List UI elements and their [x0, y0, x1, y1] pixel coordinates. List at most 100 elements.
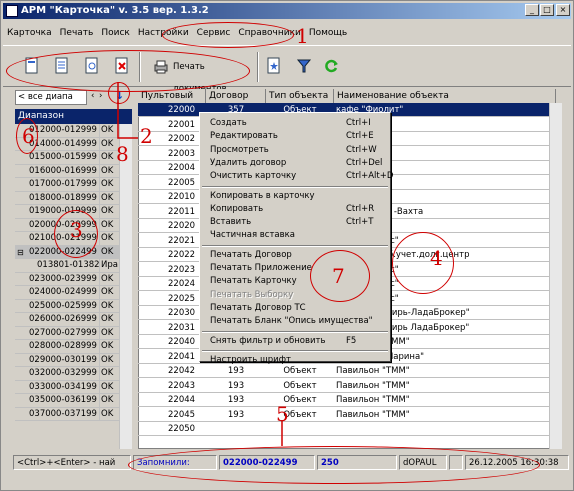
annotation-number-6: 6: [22, 124, 35, 148]
range-filter-select[interactable]: < все диапа: [15, 90, 87, 105]
context-menu-label: Удалить договор: [210, 157, 287, 168]
maximize-button[interactable]: □: [540, 4, 554, 16]
range-list: 012000-012999 OK 014000-014999 OK 015000-015…: [15, 124, 119, 449]
context-menu-item[interactable]: Печатать Бланк "Опись имущества": [200, 315, 390, 327]
range-cell: 013801-01382: [37, 260, 100, 270]
context-menu-item[interactable]: Настроить шрифт: [200, 354, 390, 366]
context-menu-item[interactable]: Снять фильтр и обновить F5: [200, 335, 390, 347]
cell-number: 22045: [168, 409, 196, 420]
refresh-icon: [325, 59, 338, 73]
favorite-button[interactable]: [263, 54, 285, 78]
range-status-cell: OK: [99, 407, 117, 421]
range-list-item[interactable]: 024000-024999 OK: [15, 286, 119, 300]
collapse-icon[interactable]: ⊟: [17, 246, 24, 260]
cell-number: 22022: [168, 250, 196, 260]
range-list-item[interactable]: 033000-034199 OK: [15, 380, 119, 394]
range-list-item[interactable]: 027000-027999 OK: [15, 326, 119, 340]
toolbar-separator: [257, 52, 259, 82]
context-menu-shortcut: Ctrl+I: [346, 118, 371, 128]
context-menu-shortcut: F5: [346, 335, 357, 346]
status-hint: <Ctrl>+<Enter> - най: [13, 455, 131, 470]
table-row[interactable]: 22042 193 Объект Павильон "ТММ": [138, 364, 556, 378]
annotation-ellipse-8: [108, 82, 130, 104]
range-list-item[interactable]: 015000-015999 OK: [15, 151, 119, 165]
range-list-item[interactable]: 017000-017999 OK: [15, 178, 119, 192]
range-status-cell: OK: [99, 191, 117, 205]
context-menu-item[interactable]: Частичная вставка: [200, 229, 390, 241]
annotation-number-7: 7: [332, 264, 345, 288]
range-status-cell: OK: [99, 353, 117, 367]
cell-name: Павильон "ТММ": [336, 366, 410, 376]
context-menu-item[interactable]: Вставить Ctrl+T: [200, 216, 390, 228]
context-menu-item[interactable]: Редактировать Ctrl+E: [200, 130, 390, 142]
star-document-icon: [267, 57, 280, 74]
col-header-name[interactable]: Наименование объекта: [334, 89, 556, 103]
left-scrollbar[interactable]: [119, 124, 132, 449]
range-list-item[interactable]: 025000-025999 OK: [15, 299, 119, 313]
range-cell: 024000-024999: [29, 287, 97, 297]
cell-name: Павильон "ТММ": [336, 380, 410, 391]
minimize-button[interactable]: _: [525, 4, 539, 16]
range-list-item[interactable]: 028000-028999 OK: [15, 340, 119, 354]
menu-kartochka[interactable]: Карточка: [3, 25, 56, 41]
range-list-item[interactable]: 035000-036199 OK: [15, 394, 119, 408]
context-menu-item[interactable]: Создать Ctrl+I: [200, 117, 390, 129]
range-status-cell: OK: [99, 272, 117, 286]
prev-arrow-icon[interactable]: ‹: [91, 91, 94, 101]
annotation-number-4: 4: [430, 246, 443, 270]
window-title: АРМ "Карточка" v. 3.5 вер. 1.3.2: [21, 5, 209, 16]
cell-number: 22021: [168, 235, 196, 246]
cell-contract: 193: [227, 395, 245, 405]
range-status-cell: OK: [99, 164, 117, 178]
context-menu-shortcut: Ctrl+T: [346, 217, 374, 228]
close-button[interactable]: ×: [556, 4, 570, 16]
filter-button[interactable]: [293, 54, 315, 78]
range-status-cell: OK: [99, 313, 117, 327]
range-cell: 023000-023999: [29, 273, 97, 284]
range-list-item[interactable]: 032000-032999 OK: [15, 367, 119, 381]
cell-number: 22040: [168, 337, 196, 347]
next-arrow-icon[interactable]: ›: [99, 91, 102, 101]
range-status-cell: OK: [99, 299, 117, 313]
context-menu-item[interactable]: Удалить договор Ctrl+Del: [200, 157, 390, 169]
context-menu-label: Печатать Договор: [210, 249, 292, 260]
menu-search[interactable]: Поиск: [97, 25, 134, 41]
context-menu-shortcut: Ctrl+Del: [346, 157, 383, 168]
menu-help[interactable]: Помощь: [305, 25, 351, 41]
table-row[interactable]: 22043 193 Объект Павильон "ТММ": [138, 379, 556, 393]
context-menu-item[interactable]: Печатать Договор ТС: [200, 302, 390, 314]
cell-contract: 193: [227, 366, 245, 376]
annotation-number-3: 3: [70, 218, 83, 242]
table-row[interactable]: 22050: [138, 422, 556, 436]
range-cell: 026000-026999: [29, 314, 97, 324]
context-menu-separator: [202, 330, 388, 333]
context-menu-separator: [202, 244, 388, 247]
range-list-item[interactable]: 029000-030199 OK: [15, 353, 119, 367]
cell-number: 22003: [168, 148, 196, 159]
range-list-item[interactable]: 037000-037199 OK: [15, 407, 119, 421]
range-list-item[interactable]: 023000-023999 OK: [15, 272, 119, 286]
range-status-cell: OK: [99, 218, 117, 232]
context-menu-item[interactable]: Просмотреть Ctrl+W: [200, 144, 390, 156]
context-menu-item[interactable]: Копировать в карточку: [200, 190, 390, 202]
annotation-number-1: 1: [296, 24, 309, 48]
table-row[interactable]: 22044 193 Объект Павильон "ТММ": [138, 393, 556, 407]
range-list-item[interactable]: 026000-026999 OK: [15, 313, 119, 327]
context-menu-item[interactable]: Очистить карточку Ctrl+Alt+D: [200, 170, 393, 182]
range-status-cell: Ира: [99, 259, 118, 273]
range-status-cell: OK: [99, 137, 117, 151]
right-scrollbar[interactable]: [549, 103, 562, 449]
range-list-item[interactable]: 016000-016999 OK: [15, 164, 119, 178]
col-header-type[interactable]: Тип объекта: [266, 89, 334, 103]
range-list-item[interactable]: 018000-018999 OK: [15, 191, 119, 205]
context-menu-shortcut: Ctrl+W: [346, 144, 377, 155]
refresh-button[interactable]: [321, 54, 343, 78]
cell-number: 22005: [168, 177, 196, 188]
col-header-contract[interactable]: Договор: [206, 89, 266, 103]
context-menu-item[interactable]: Копировать Ctrl+R: [200, 203, 390, 215]
menu-print[interactable]: Печать: [56, 25, 98, 41]
range-cell: 028000-028999: [29, 341, 97, 351]
range-status-cell: OK: [99, 286, 117, 300]
table-row[interactable]: 22045 193 Объект Павильон "ТММ": [138, 408, 556, 422]
range-list-item[interactable]: 013801-01382Ира: [15, 259, 119, 273]
